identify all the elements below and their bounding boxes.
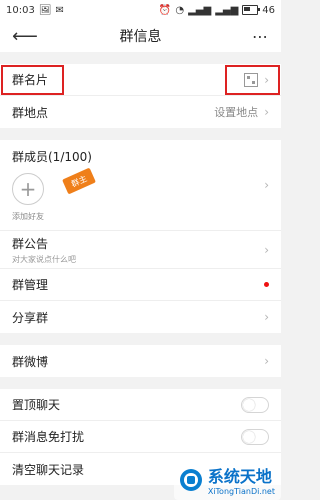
nav-bar: ⟵ 群信息 ⋯: [0, 20, 281, 52]
chevron-right-icon: ›: [264, 354, 269, 368]
pin-chat-label: 置顶聊天: [12, 398, 61, 412]
weibo-section: 群微博 ›: [0, 345, 281, 377]
share-group-row[interactable]: 分享群 ›: [0, 301, 281, 333]
chat-settings-section: 置顶聊天 群消息免打扰 清空聊天记录: [0, 389, 281, 485]
group-weibo-row[interactable]: 群微博 ›: [0, 345, 281, 377]
mute-toggle[interactable]: [241, 428, 269, 445]
group-members-section[interactable]: 群成员(1/100) + 添加好友 群主 ›: [0, 140, 281, 231]
group-manage-row[interactable]: 群管理: [0, 269, 281, 301]
group-location-row[interactable]: 群地点 设置地点 ›: [0, 96, 281, 128]
more-icon: ⋯: [252, 26, 269, 46]
group-announcement-sub: 对大家说点什么吧: [12, 254, 76, 264]
group-members-title: 群成员(1/100): [12, 150, 92, 164]
group-settings-section: 群公告 对大家说点什么吧 › 群管理 分享群 ›: [0, 231, 281, 333]
status-bar: 10:03 🖼 ✉ ⏰ ◔ ▂▄▆ ▂▄▆ 46: [0, 0, 281, 20]
image-icon: 🖼: [38, 4, 52, 16]
mute-label: 群消息免打扰: [12, 430, 85, 444]
group-location-value: 设置地点: [214, 106, 259, 119]
owner-tag: 群主: [62, 167, 96, 194]
group-card-label: 群名片: [12, 73, 49, 87]
qr-code-icon: [244, 72, 259, 87]
signal-icon: ▂▄▆: [188, 4, 212, 16]
wifi-icon: ◔: [175, 4, 185, 16]
mail-icon: ✉: [55, 4, 64, 16]
add-friend-button[interactable]: +: [12, 173, 44, 205]
signal-icon: ▂▄▆: [215, 4, 239, 16]
notification-dot: [264, 282, 269, 287]
more-button[interactable]: ⋯: [252, 27, 269, 46]
group-manage-label: 群管理: [12, 278, 49, 292]
page-title: 群信息: [119, 29, 162, 45]
battery-level: 46: [262, 4, 275, 16]
battery-icon: [242, 5, 261, 15]
chevron-right-icon: ›: [264, 105, 269, 119]
back-button[interactable]: ⟵: [12, 24, 38, 48]
group-announcement-label: 群公告: [12, 236, 49, 251]
group-card-row[interactable]: 群名片 ›: [0, 64, 281, 96]
toggle-knob: [243, 430, 255, 443]
share-group-label: 分享群: [12, 310, 49, 325]
group-location-label: 群地点: [12, 105, 49, 120]
arrow-left-icon: ⟵: [12, 25, 38, 47]
watermark-url: XiTongTianDi.net: [207, 487, 275, 496]
chevron-right-icon: ›: [264, 178, 269, 192]
pin-chat-row: 置顶聊天: [0, 389, 281, 421]
plus-icon: +: [19, 177, 37, 201]
chevron-right-icon: ›: [264, 242, 269, 257]
group-announcement-row[interactable]: 群公告 对大家说点什么吧 ›: [0, 231, 281, 269]
add-friend-label: 添加好友: [12, 212, 44, 221]
chevron-right-icon: ›: [264, 72, 269, 87]
alarm-icon: ⏰: [158, 4, 172, 16]
status-time: 10:03: [6, 4, 35, 16]
group-info-section: 群名片 › 群地点 设置地点 ›: [0, 64, 281, 128]
clear-history-label: 清空聊天记录: [12, 462, 85, 477]
group-weibo-label: 群微博: [12, 354, 49, 369]
chevron-right-icon: ›: [264, 310, 269, 324]
toggle-knob: [243, 398, 255, 411]
clear-history-row[interactable]: 清空聊天记录: [0, 453, 281, 485]
pin-chat-toggle[interactable]: [241, 396, 269, 413]
mute-row: 群消息免打扰: [0, 421, 281, 453]
